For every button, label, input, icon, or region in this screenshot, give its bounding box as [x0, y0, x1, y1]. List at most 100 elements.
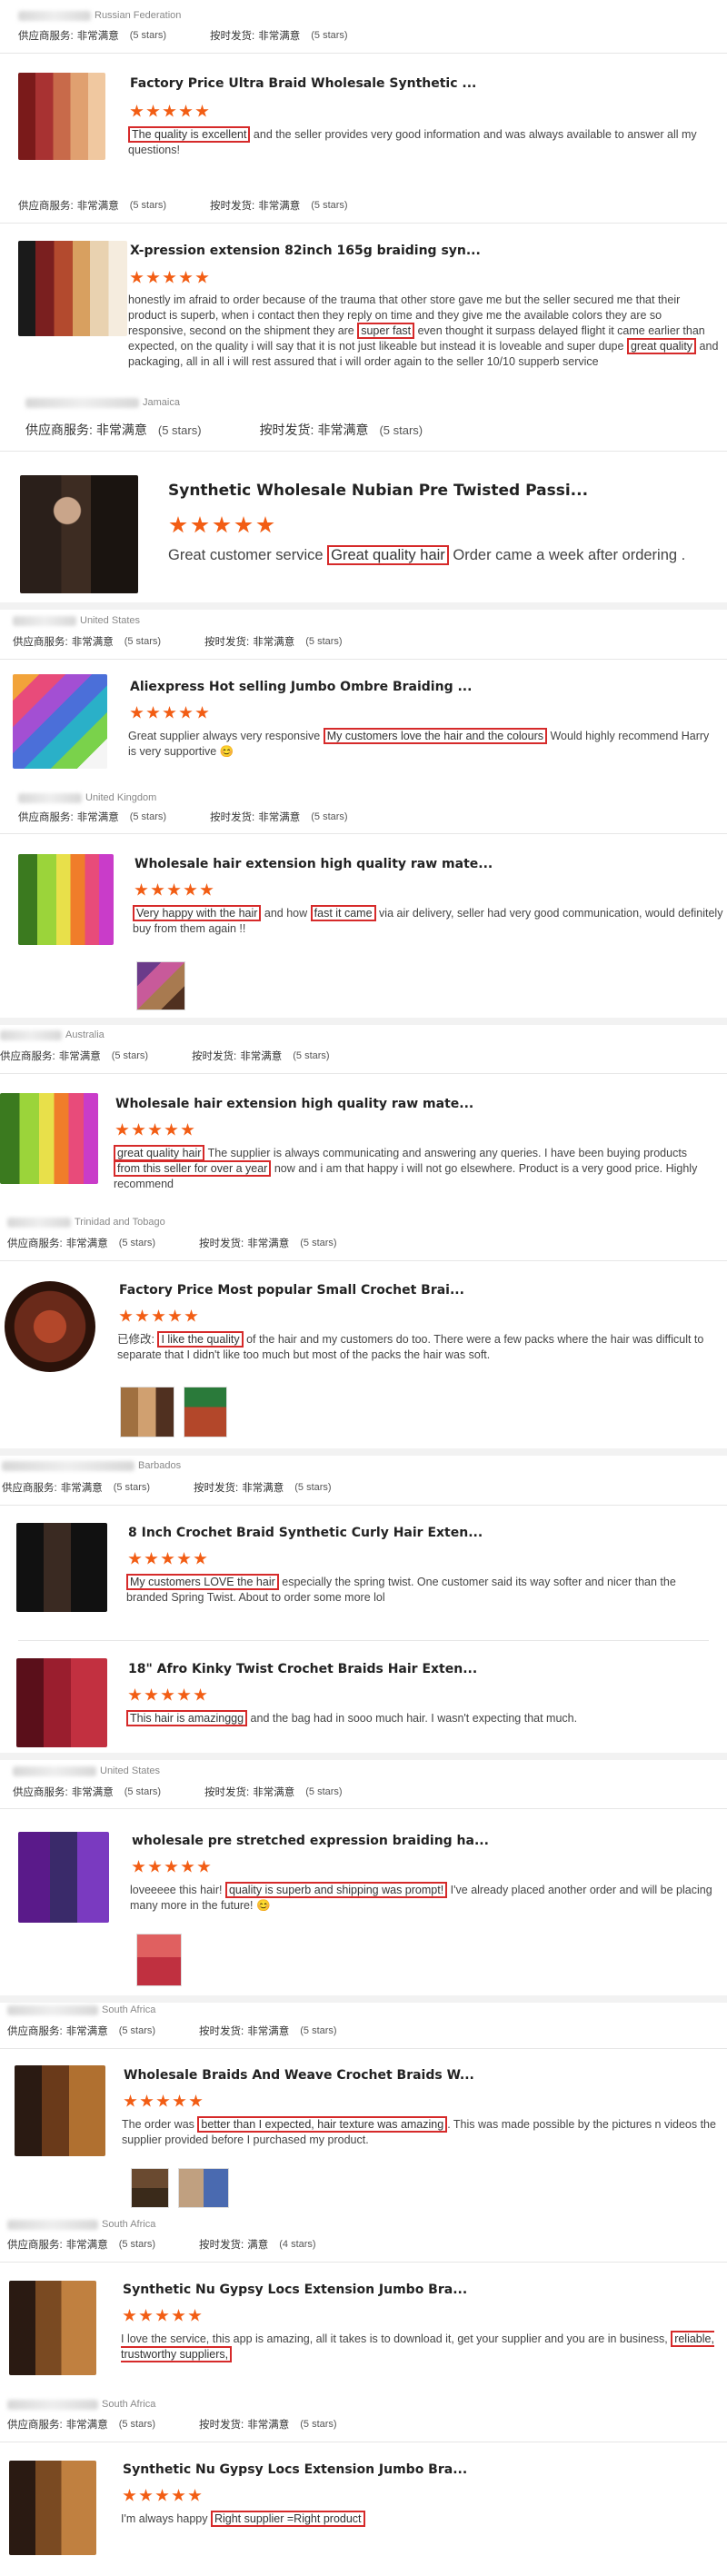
- star-icon: [119, 1309, 133, 1322]
- review-text-segment: loveeeee this hair!: [130, 1884, 225, 1896]
- product-title[interactable]: X-pression extension 82inch 165g braidin…: [130, 244, 712, 258]
- reviewer-country: Australia: [65, 1029, 105, 1040]
- product-thumbnail[interactable]: [18, 73, 105, 160]
- shipping-stars: (5 stars): [293, 1050, 330, 1061]
- supplier-service-label: 供应商服务:: [18, 201, 74, 212]
- shipping-label: 按时发货:: [204, 1787, 250, 1798]
- seller-rating-row: 供应商服务: 非常满意 (5 stars) 按时发货: 非常满意 (5 star…: [18, 197, 348, 214]
- product-thumbnail[interactable]: [13, 674, 107, 769]
- product-title[interactable]: 18" Afro Kinky Twist Crochet Braids Hair…: [128, 1662, 714, 1676]
- shipping-stars: (5 stars): [305, 636, 343, 647]
- supplier-service-value: 非常满意: [76, 201, 119, 212]
- review-stars: [123, 2489, 202, 2502]
- product-title[interactable]: Aliexpress Hot selling Jumbo Ombre Braid…: [130, 680, 712, 694]
- reviewer-country-line: United States: [13, 612, 140, 629]
- shipping-label: 按时发货:: [199, 2026, 244, 2037]
- reviewer-name-blurred: [18, 792, 82, 803]
- product-title[interactable]: Factory Price Most popular Small Crochet…: [119, 1283, 714, 1298]
- reviewer-country-line: South Africa: [7, 2002, 155, 2018]
- highlighted-phrase: from this seller for over a year: [114, 1160, 272, 1177]
- star-icon: [189, 2094, 203, 2107]
- product-title[interactable]: Wholesale Braids And Weave Crochet Braid…: [124, 2068, 714, 2083]
- highlighted-phrase: super fast: [357, 323, 415, 339]
- product-thumbnail[interactable]: [18, 1832, 109, 1923]
- reviewer-name-blurred: [13, 615, 76, 626]
- review-photo[interactable]: [120, 1387, 174, 1437]
- reviewer-country-line: South Africa: [7, 2216, 155, 2233]
- product-title[interactable]: Wholesale hair extension high quality ra…: [115, 1097, 715, 1111]
- star-icon: [200, 883, 214, 896]
- product-thumbnail[interactable]: [16, 1523, 107, 1612]
- reviewer-country: United States: [100, 1765, 161, 1776]
- shipping-stars: (5 stars): [294, 1482, 332, 1493]
- supplier-service-value: 非常满意: [65, 2420, 108, 2431]
- review-photo[interactable]: [136, 1934, 182, 1986]
- supplier-service-value: 非常满意: [65, 2026, 108, 2037]
- star-icon: [140, 2094, 154, 2107]
- shipping-stars: (5 stars): [311, 811, 348, 822]
- reviewer-country: Trinidad and Tobago: [75, 1217, 165, 1228]
- product-title[interactable]: Synthetic Wholesale Nubian Pre Twisted P…: [168, 482, 718, 500]
- supplier-service-value: 非常满意: [76, 812, 119, 823]
- product-thumbnail[interactable]: [5, 1281, 95, 1372]
- star-icon: [195, 706, 209, 719]
- star-icon: [213, 516, 231, 533]
- shipping-value: 非常满意: [253, 1787, 295, 1798]
- review-stars: [130, 706, 209, 720]
- highlighted-phrase: great quality hair: [114, 1145, 205, 1161]
- product-thumbnail[interactable]: [15, 2065, 105, 2156]
- supplier-service-stars: (5 stars): [113, 1482, 151, 1493]
- review-text-segment: The order was: [122, 2118, 198, 2131]
- product-title[interactable]: Synthetic Nu Gypsy Locs Extension Jumbo …: [123, 2283, 713, 2297]
- shipping-stars: (5 stars): [300, 2025, 337, 2036]
- star-icon: [139, 2309, 153, 2322]
- shipping-value: 非常满意: [247, 2420, 290, 2431]
- supplier-service-stars: (5 stars): [157, 423, 202, 437]
- product-thumbnail[interactable]: [18, 854, 114, 945]
- star-icon: [177, 1688, 191, 1701]
- review-stars: [123, 2309, 202, 2322]
- star-icon: [124, 2094, 137, 2107]
- review-photo[interactable]: [136, 961, 185, 1010]
- star-icon: [164, 1123, 178, 1136]
- review-text: I love the service, this app is amazing,…: [121, 2331, 721, 2362]
- seller-rating-row: 供应商服务: 非常满意 (5 stars) 按时发货: 非常满意 (5 star…: [13, 633, 343, 650]
- product-thumbnail[interactable]: [9, 2461, 96, 2555]
- shipping-value: 非常满意: [317, 423, 369, 437]
- star-icon: [163, 104, 176, 117]
- supplier-service-label: 供应商服务:: [25, 423, 93, 437]
- supplier-service-value: 非常满意: [71, 1787, 114, 1798]
- product-thumbnail[interactable]: [9, 2281, 96, 2375]
- product-title[interactable]: Wholesale hair extension high quality ra…: [134, 857, 716, 871]
- reviewer-name-blurred: [7, 1217, 71, 1228]
- reviewer-country: South Africa: [102, 2399, 156, 2410]
- review-photo[interactable]: [131, 2168, 169, 2208]
- supplier-service-value: 非常满意: [95, 423, 147, 437]
- supplier-service-stars: (5 stars): [111, 1050, 149, 1061]
- seller-rating-row: 供应商服务: 非常满意 (5 stars) 按时发货: 非常满意 (5 star…: [25, 422, 423, 438]
- review-photo[interactable]: [178, 2168, 229, 2208]
- star-icon: [148, 1123, 162, 1136]
- product-thumbnail[interactable]: [20, 475, 138, 593]
- star-icon: [194, 1552, 207, 1565]
- review-stars: [169, 516, 274, 534]
- review-photo[interactable]: [184, 1387, 227, 1437]
- star-icon: [184, 1309, 198, 1322]
- product-title[interactable]: Synthetic Nu Gypsy Locs Extension Jumbo …: [123, 2462, 713, 2477]
- seller-rating-row: 供应商服务: 非常满意 (5 stars) 按时发货: 非常满意 (5 star…: [7, 2416, 337, 2432]
- seller-rating-row: 供应商服务: 非常满意 (5 stars) 按时发货: 非常满意 (5 star…: [13, 1784, 343, 1800]
- star-icon: [128, 1688, 142, 1701]
- supplier-service-label: 供应商服务:: [0, 1051, 55, 1062]
- product-thumbnail[interactable]: [0, 1093, 98, 1184]
- product-title[interactable]: 8 Inch Crochet Braid Synthetic Curly Hai…: [128, 1526, 714, 1540]
- review-text-segment: Order came a week after ordering .: [448, 547, 686, 563]
- review-text: Great customer service Great quality hai…: [168, 545, 722, 565]
- reviewer-name-blurred: [7, 2399, 98, 2410]
- product-title[interactable]: Factory Price Ultra Braid Wholesale Synt…: [130, 76, 712, 91]
- supplier-service-value: 非常满意: [60, 1483, 103, 1494]
- star-icon: [156, 2094, 170, 2107]
- shipping-value: 非常满意: [253, 637, 295, 648]
- product-thumbnail[interactable]: [16, 1658, 107, 1747]
- product-thumbnail[interactable]: [18, 241, 127, 336]
- product-title[interactable]: wholesale pre stretched expression braid…: [132, 1834, 713, 1848]
